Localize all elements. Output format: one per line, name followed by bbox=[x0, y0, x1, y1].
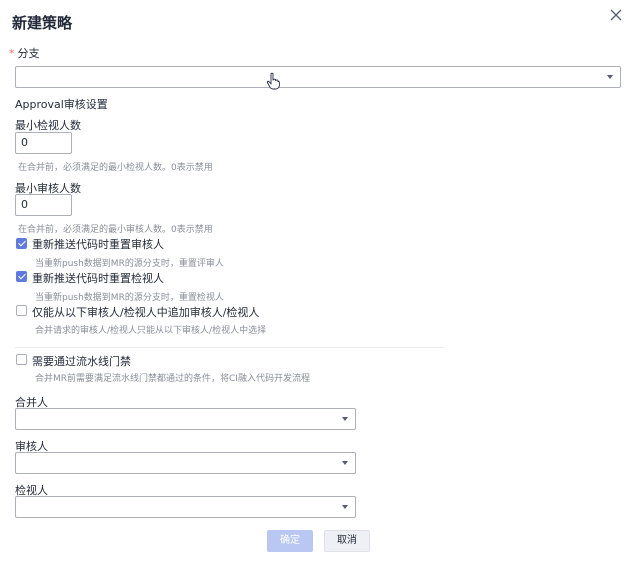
branch-label-text: 分支 bbox=[17, 47, 40, 60]
dialog-title: 新建策略 bbox=[12, 14, 73, 32]
approver-select[interactable] bbox=[15, 452, 356, 474]
min-reviewers-hint: 在合并前，必须满足的最小检视人数。0表示禁用 bbox=[18, 163, 213, 173]
reset-approvers-checkbox[interactable] bbox=[16, 238, 27, 249]
approval-section-label: Approval审核设置 bbox=[15, 98, 108, 111]
chevron-down-icon bbox=[607, 75, 613, 79]
min-reviewers-input[interactable]: 0 bbox=[15, 132, 72, 154]
merger-select[interactable] bbox=[15, 408, 356, 430]
restrict-append-hint: 合并请求的审核人/检视人只能从以下审核人/检视人中选择 bbox=[35, 326, 267, 336]
reset-approvers-hint: 当重新push数据到MR的源分支时，重置评审人 bbox=[35, 259, 224, 269]
min-reviewers-label: 最小检视人数 bbox=[15, 119, 81, 132]
reviewer-select[interactable] bbox=[15, 496, 356, 518]
branch-select[interactable] bbox=[15, 66, 621, 88]
reset-reviewers-hint: 当重新push数据到MR的源分支时，重置检视人 bbox=[35, 293, 224, 303]
restrict-append-checkbox[interactable] bbox=[16, 305, 27, 316]
divider bbox=[15, 347, 443, 348]
pipeline-gate-label[interactable]: 需要通过流水线门禁 bbox=[32, 353, 131, 369]
hand-cursor-icon bbox=[266, 72, 280, 90]
required-mark: * bbox=[9, 47, 15, 60]
chevron-down-icon bbox=[342, 505, 348, 509]
close-icon[interactable] bbox=[609, 8, 623, 22]
pipeline-gate-checkbox[interactable] bbox=[16, 354, 27, 365]
min-approvers-hint: 在合并前，必须满足的最小审核人数。0表示禁用 bbox=[18, 225, 213, 235]
reset-approvers-label[interactable]: 重新推送代码时重置审核人 bbox=[32, 236, 164, 252]
chevron-down-icon bbox=[342, 417, 348, 421]
reset-reviewers-checkbox[interactable] bbox=[16, 271, 27, 282]
chevron-down-icon bbox=[342, 461, 348, 465]
branch-label: * 分支 bbox=[9, 45, 40, 61]
confirm-button[interactable]: 确定 bbox=[267, 530, 313, 552]
restrict-append-label[interactable]: 仅能从以下审核人/检视人中追加审核人/检视人 bbox=[32, 304, 259, 320]
reset-reviewers-label[interactable]: 重新推送代码时重置检视人 bbox=[32, 270, 164, 286]
min-approvers-input[interactable]: 0 bbox=[15, 194, 72, 216]
pipeline-gate-hint: 合并MR前需要满足流水线门禁都通过的条件，将CI融入代码开发流程 bbox=[35, 374, 310, 384]
cancel-button[interactable]: 取消 bbox=[324, 530, 370, 552]
